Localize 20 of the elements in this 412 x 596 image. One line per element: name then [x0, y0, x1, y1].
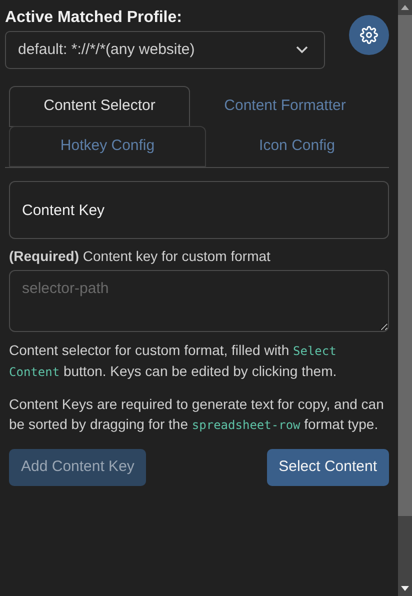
profile-value: default: *://*/*(any website) [18, 40, 195, 60]
help-text: Content selector for custom format, filled with Select Content button. Keys can be edited by clicking them. [9, 341, 338, 381]
tab[interactable]: Content Selector [9, 86, 190, 127]
content-key-field[interactable]: Content Key [9, 181, 389, 239]
tab[interactable]: Content Formatter [190, 86, 380, 127]
tab[interactable]: Hotkey Config [9, 126, 206, 167]
scrollbar[interactable] [398, 0, 412, 596]
selector-field[interactable]: selector-path [9, 270, 389, 332]
field-label: (Required) Content key for custom format [9, 247, 272, 265]
profile-select[interactable]: default: *://*/*(any website) [5, 31, 325, 69]
chevron-down-icon [296, 46, 308, 54]
scroll-down-icon[interactable] [401, 586, 409, 591]
profile-label: Active Matched Profile: [5, 8, 183, 28]
settings-button[interactable] [349, 15, 389, 55]
settings-icon [360, 26, 378, 44]
tab[interactable]: Icon Config [206, 126, 388, 167]
help-text: Content Keys are required to generate text for copy, and can be sorted by dragging for the spreadsheet-row format type. [9, 395, 385, 434]
button[interactable]: Select Content [266, 449, 389, 486]
scroll-up-icon[interactable] [401, 5, 409, 10]
scrollbar-thumb[interactable] [398, 15, 412, 516]
